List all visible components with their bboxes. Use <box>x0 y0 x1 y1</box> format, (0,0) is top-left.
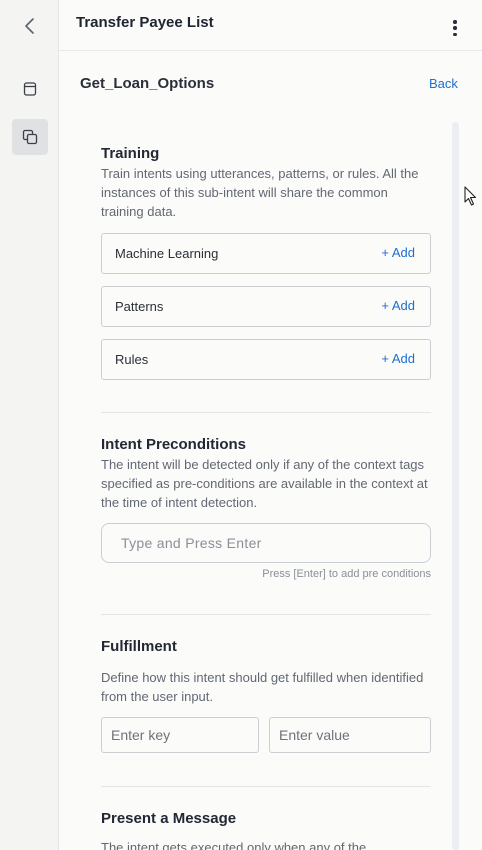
training-row-patterns: Patterns + Add <box>101 286 431 327</box>
kebab-menu-icon[interactable] <box>450 20 460 36</box>
fulfillment-key-input[interactable] <box>101 717 259 753</box>
training-row-label: Machine Learning <box>115 246 219 261</box>
add-patterns-button[interactable]: + Add <box>381 298 415 313</box>
training-row-rules: Rules + Add <box>101 339 431 380</box>
mouse-cursor-icon <box>464 186 477 206</box>
document-icon <box>23 82 37 96</box>
copy-icon <box>22 129 38 145</box>
training-title: Training <box>101 145 160 162</box>
add-rules-button[interactable]: + Add <box>381 351 415 366</box>
fulfillment-value-input[interactable] <box>269 717 431 753</box>
divider <box>101 786 431 787</box>
training-row-machine-learning: Machine Learning + Add <box>101 233 431 274</box>
training-description: Train intents using utterances, patterns… <box>101 166 419 219</box>
preconditions-description: The intent will be detected only if any … <box>101 457 428 510</box>
training-row-label: Rules <box>115 352 149 367</box>
divider <box>101 614 431 615</box>
rail-item-document[interactable] <box>12 71 48 107</box>
preconditions-hint: Press [Enter] to add pre conditions <box>262 568 431 580</box>
rail-item-copy[interactable] <box>12 119 48 155</box>
fulfillment-description: Define how this intent should get fulfil… <box>101 670 424 704</box>
training-row-label: Patterns <box>115 299 164 314</box>
scrollbar[interactable] <box>452 122 459 850</box>
top-header: Transfer Payee List <box>59 0 482 51</box>
divider <box>101 412 431 413</box>
preconditions-input[interactable] <box>101 523 431 563</box>
back-nav-button[interactable] <box>12 8 48 44</box>
preconditions-title: Intent Preconditions <box>101 436 247 453</box>
left-rail <box>0 0 59 850</box>
chevron-left-icon <box>25 18 34 34</box>
message-description: The intent gets executed only when any o… <box>101 840 367 850</box>
message-title: Present a Message <box>101 810 237 827</box>
intent-title: Get_Loan_Options <box>80 75 215 92</box>
add-machine-learning-button[interactable]: + Add <box>381 245 415 260</box>
fulfillment-title: Fulfillment <box>101 638 177 655</box>
back-link[interactable]: Back <box>429 76 458 91</box>
page-title: Transfer Payee List <box>76 14 214 31</box>
